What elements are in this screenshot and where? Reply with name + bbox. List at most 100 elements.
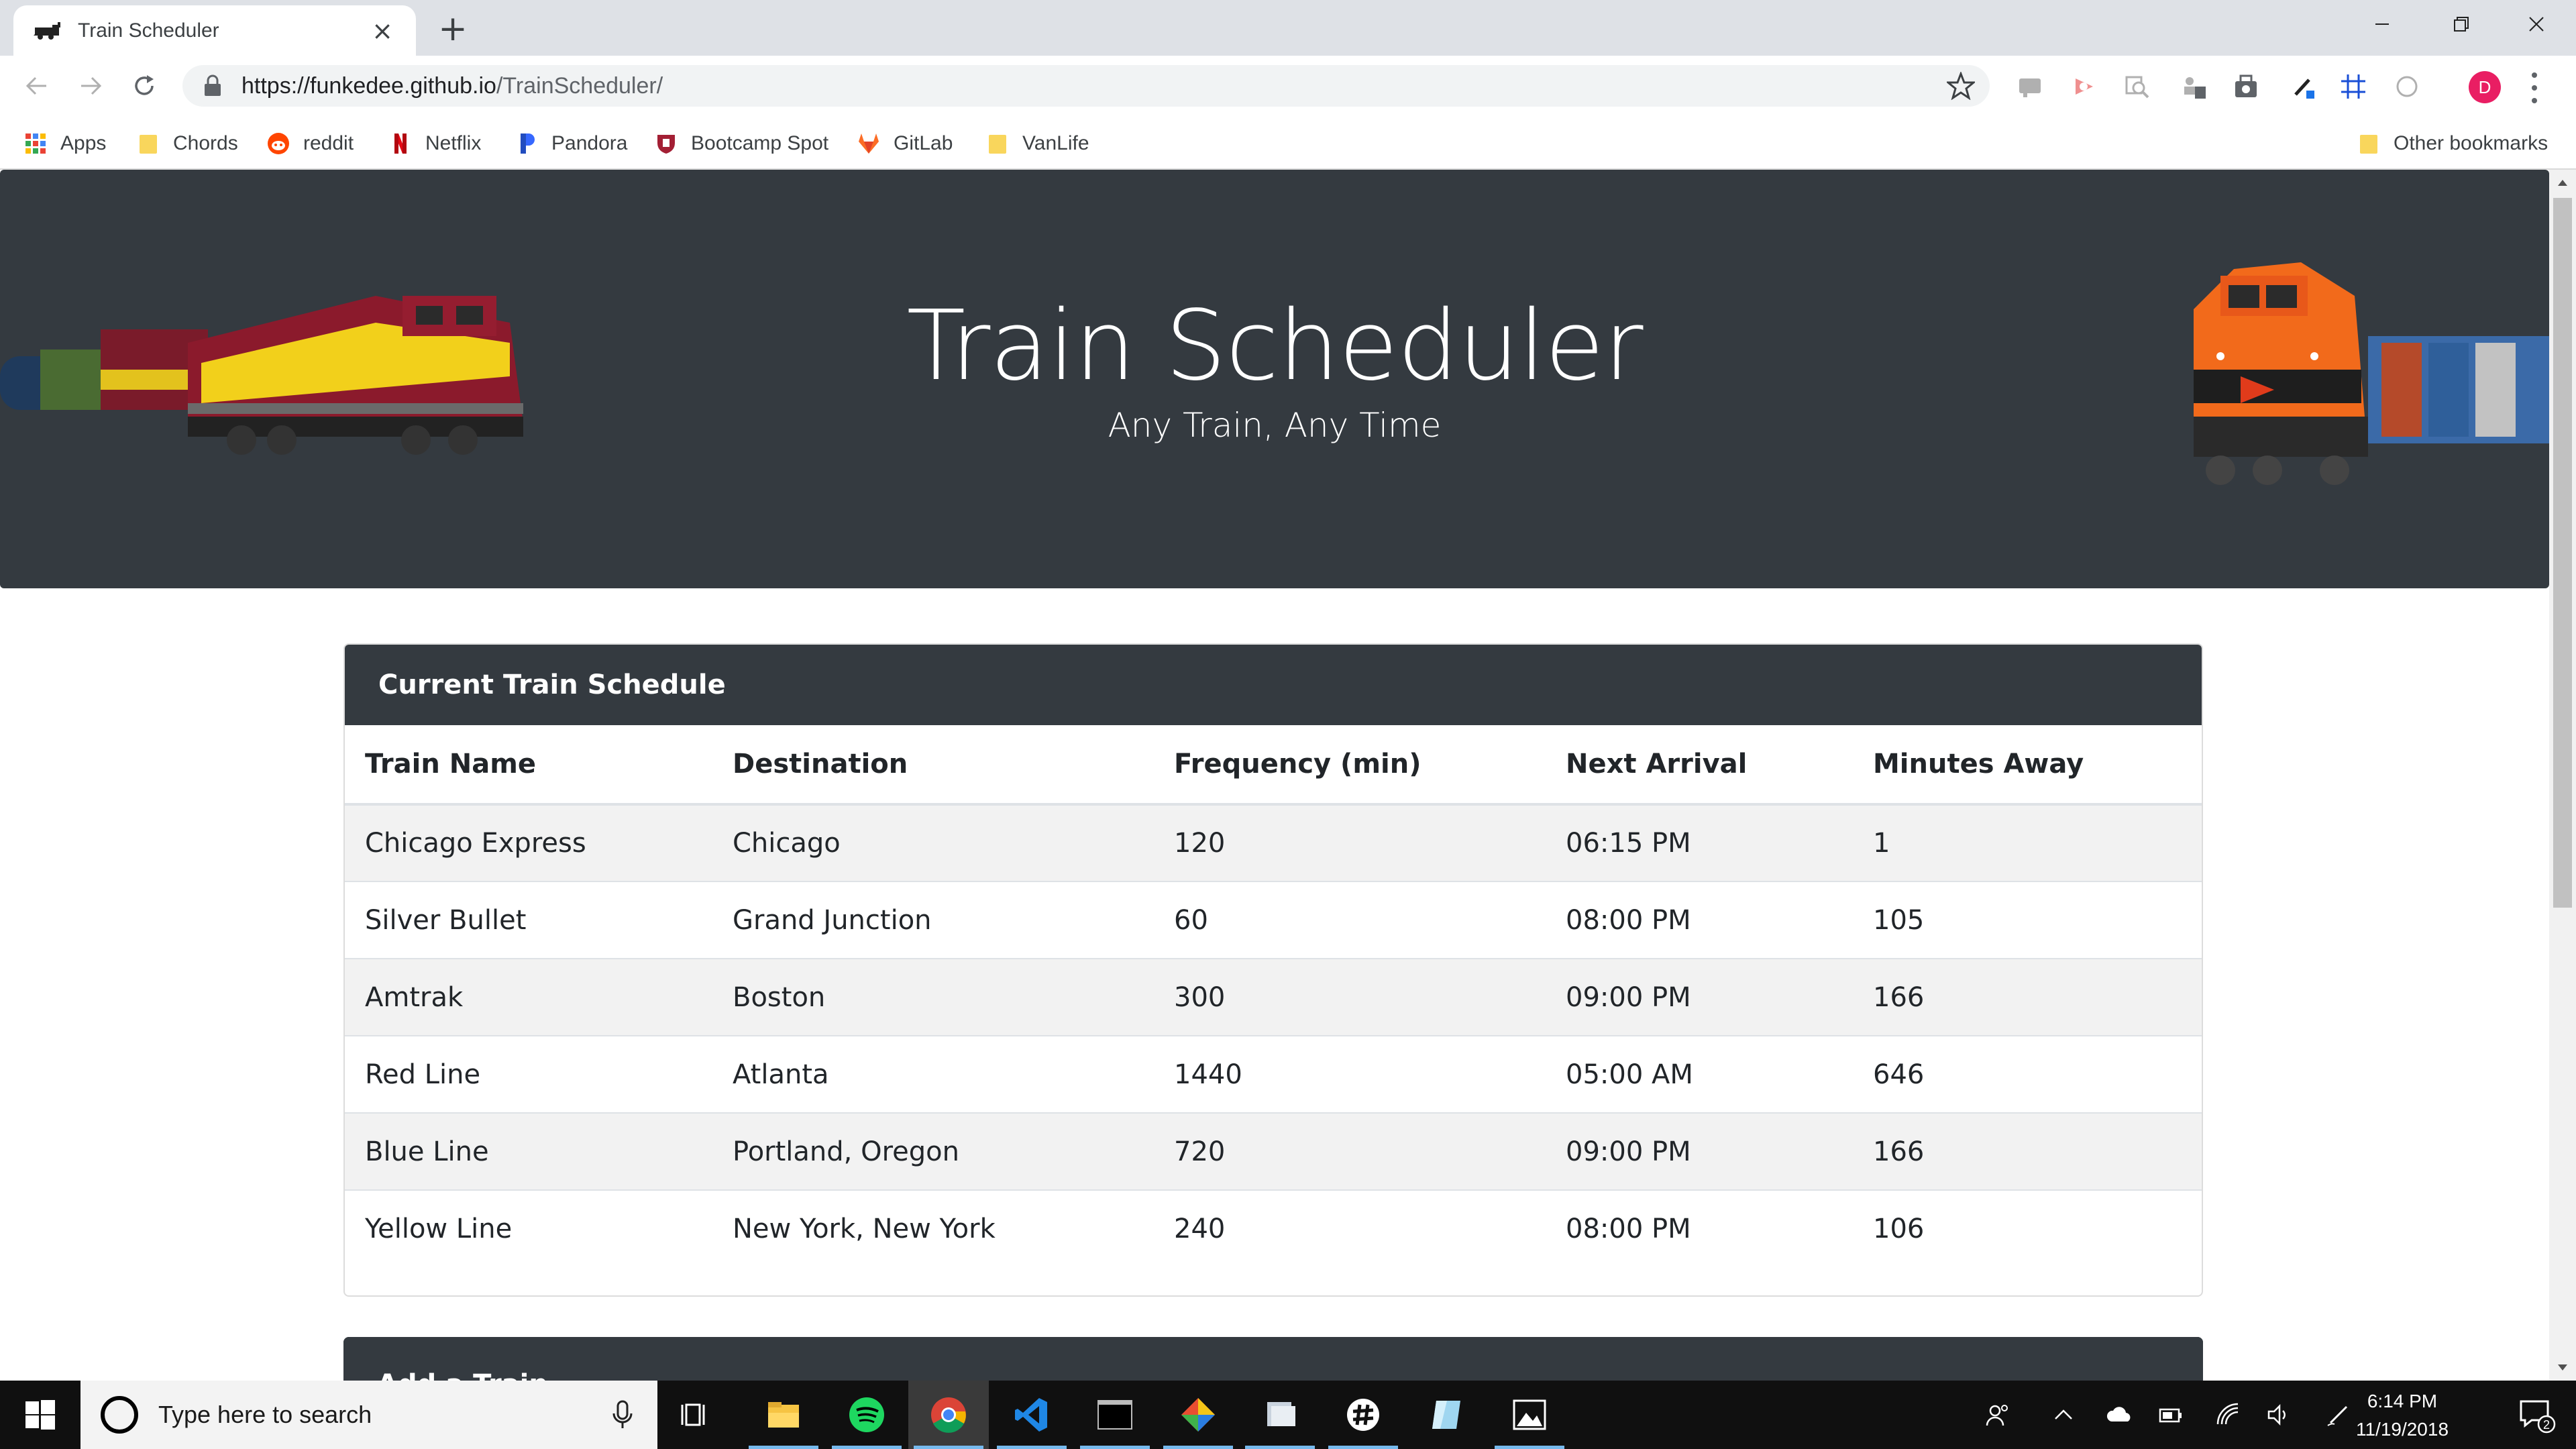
files-taskbar-button[interactable] [1240,1381,1320,1449]
bookmark-pandora[interactable]: Pandora [515,128,627,159]
scroll-down-icon[interactable] [2556,1360,2569,1374]
task-view-button[interactable] [656,1381,737,1449]
bookmark-gitlab[interactable]: GitLab [857,128,953,159]
speaker-icon [2267,1403,2286,1426]
notification-icon: 2 [2520,1400,2556,1434]
video-icon [2076,78,2093,95]
page-subtitle: Any Train, Any Time [1108,406,1442,445]
reload-button[interactable] [126,68,162,104]
terminal-taskbar-button[interactable] [1075,1381,1155,1449]
bookmark-apps[interactable]: Apps [24,128,106,159]
extension-eyedropper-button[interactable] [2289,72,2318,101]
bookmark-label: reddit [303,132,354,154]
photos-icon [1513,1399,1546,1430]
file-explorer-taskbar-button[interactable] [743,1381,824,1449]
column-header: Train Name [345,725,712,806]
url-host: https://funkedee.github.io [241,72,496,99]
onedrive-tray-button[interactable] [2093,1381,2147,1449]
netflix-icon [394,133,407,154]
minimize-button[interactable] [2343,0,2422,48]
magnifier-icon [2125,76,2149,99]
forward-button[interactable] [72,68,109,104]
css-icon [2019,78,2041,97]
bookmark-reddit[interactable]: reddit [267,128,354,159]
taskbar-clock[interactable]: 6:14 PM 11/19/2018 [2345,1387,2459,1444]
spotify-taskbar-button[interactable] [826,1381,907,1449]
page-title: Train Scheduler [906,289,1643,402]
close-window-button[interactable] [2497,0,2576,48]
new-tab-button[interactable]: + [435,11,471,47]
tab-train-scheduler[interactable]: Train Scheduler × [13,5,416,56]
schedule-table: Train Name Destination Frequency (min) N… [345,725,2202,1267]
table-row: Yellow Line New York, New York 240 08:00… [345,1189,2202,1267]
bookmark-netflix[interactable]: Netflix [389,128,481,159]
table-cell: New York, New York [712,1189,1154,1267]
extension-grid-button[interactable] [2339,72,2368,101]
url-text: https://funkedee.github.io/TrainSchedule… [241,73,663,99]
schedule-card-header: Current Train Schedule [345,645,2202,725]
bookmark-vanlife[interactable]: VanLife [986,128,1089,159]
gitlab-icon [859,133,879,154]
taskbar-search-box[interactable]: Type here to search [80,1381,657,1449]
extension-circle-button[interactable] [2392,72,2422,101]
volume-tray-button[interactable] [2251,1381,2305,1449]
table-cell: Amtrak [345,958,712,1036]
git-taskbar-button[interactable] [1158,1381,1238,1449]
table-cell: 120 [1154,804,1546,881]
folder-icon [140,135,157,154]
profile-avatar[interactable]: D [2469,71,2501,103]
address-bar[interactable]: https://funkedee.github.io/TrainSchedule… [182,65,1990,107]
bookmark-chords[interactable]: Chords [137,128,238,159]
people-tray-button[interactable] [1971,1381,2025,1449]
browser-menu-icon[interactable] [2528,72,2541,103]
battery-icon [2159,1408,2182,1423]
photos-taskbar-button[interactable] [1489,1381,1570,1449]
scrollbar-thumb[interactable] [2553,198,2572,908]
extension-search-button[interactable] [2123,72,2152,101]
notes-taskbar-button[interactable] [1406,1381,1487,1449]
bookmark-bootcamp-spot[interactable]: Bootcamp Spot [655,128,828,159]
table-cell: 08:00 PM [1546,1189,1853,1267]
slack-icon [1347,1399,1379,1431]
bookmark-other-bookmarks[interactable]: Other bookmarks [2357,128,2548,159]
minimize-icon [2375,23,2389,25]
lock-icon [205,74,221,96]
start-button[interactable] [0,1381,80,1449]
tab-title: Train Scheduler [78,19,219,42]
show-hidden-icons-button[interactable] [2037,1381,2090,1449]
table-row: Chicago Express Chicago 120 06:15 PM 1 [345,804,2202,881]
extension-css-button[interactable] [2015,72,2045,101]
extension-bag-button[interactable] [2231,72,2261,101]
column-header: Next Arrival [1546,725,1853,806]
table-row: Blue Line Portland, Oregon 720 09:00 PM … [345,1112,2202,1190]
wifi-tray-button[interactable] [2202,1381,2255,1449]
restore-icon [2454,17,2469,32]
terminal-icon [1097,1400,1132,1430]
bookmarks-bar: Apps Chords reddit Netflix Pandora Bootc… [0,116,2576,170]
train-favicon-icon [34,21,60,40]
action-center-button[interactable]: 2 [2496,1381,2576,1449]
scroll-up-icon[interactable] [2556,176,2569,190]
table-cell: Boston [712,958,1154,1036]
battery-tray-button[interactable] [2144,1381,2198,1449]
schedule-card: Current Train Schedule Train Name Destin… [343,643,2203,1297]
folder-icon [989,135,1006,154]
cortana-icon [101,1396,138,1434]
page-scrollbar[interactable] [2549,170,2576,1381]
chrome-taskbar-button[interactable] [908,1381,989,1449]
microphone-icon[interactable] [610,1400,635,1430]
cloud-icon [2106,1407,2131,1421]
table-cell: 1440 [1154,1035,1546,1113]
clock-time: 6:14 PM [2367,1391,2438,1411]
vscode-taskbar-button[interactable] [991,1381,1072,1449]
star-icon[interactable] [1947,72,1975,100]
extension-video-button[interactable] [2069,72,2098,101]
restore-button[interactable] [2422,0,2501,48]
windows-logo-icon [25,1400,55,1430]
back-button[interactable] [19,68,55,104]
extension-people-button[interactable] [2179,72,2208,101]
table-header-row: Train Name Destination Frequency (min) N… [345,725,2202,806]
slack-taskbar-button[interactable] [1323,1381,1403,1449]
tab-close-icon[interactable]: × [369,16,396,46]
column-header: Destination [712,725,1154,806]
